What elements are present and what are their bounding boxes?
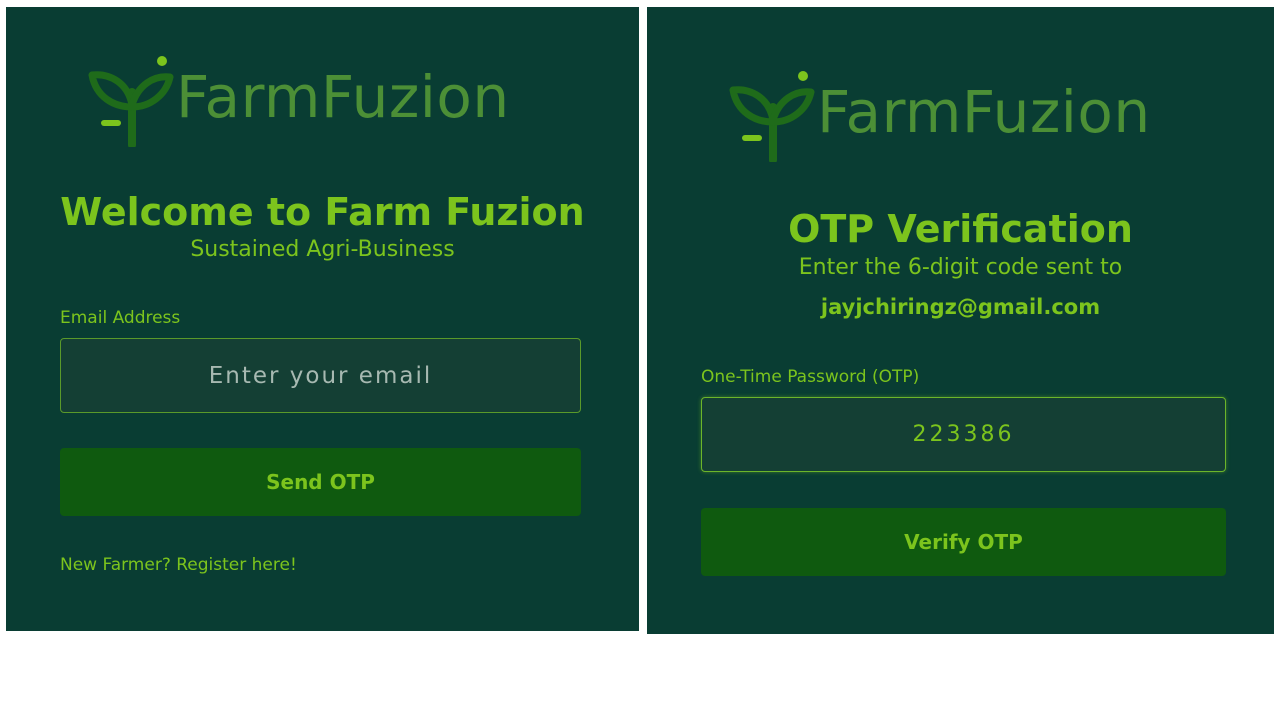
farmfuzion-logo: FarmFuzion — [725, 62, 1151, 162]
otp-panel: FarmFuzion OTP Verification Enter the 6-… — [647, 7, 1274, 634]
recipient-email: jayjchiringz@gmail.com — [820, 295, 1101, 319]
sprout-icon — [729, 71, 815, 162]
otp-label: One-Time Password (OTP) — [701, 367, 920, 387]
login-panel: FarmFuzion Welcome to Farm Fuzion Sustai… — [6, 7, 639, 631]
sprout-icon — [88, 56, 174, 147]
register-link[interactable]: New Farmer? Register here! — [60, 555, 297, 575]
page-subtitle: Sustained Agri-Business — [190, 237, 455, 262]
farmfuzion-logo: FarmFuzion — [84, 47, 510, 147]
page-subtitle: Enter the 6-digit code sent to — [798, 255, 1123, 280]
logo-wordmark: FarmFuzion — [176, 63, 510, 131]
send-otp-button[interactable]: Send OTP — [60, 448, 581, 516]
otp-input[interactable] — [701, 397, 1226, 472]
logo-wordmark: FarmFuzion — [817, 78, 1151, 146]
verify-otp-button[interactable]: Verify OTP — [701, 508, 1226, 576]
email-input[interactable] — [60, 338, 581, 413]
email-label: Email Address — [60, 308, 181, 328]
page-title: OTP Verification — [788, 207, 1133, 251]
page-title: Welcome to Farm Fuzion — [60, 190, 585, 234]
